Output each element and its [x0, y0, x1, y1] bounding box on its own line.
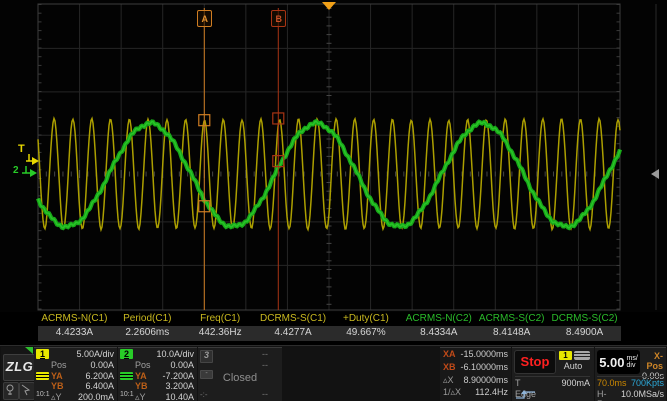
timebase-block[interactable]: 5.00 ms/ div X-Pos 0.00s 70.0ms 700Kpts …	[595, 347, 666, 401]
channel1-scale[interactable]: 5.00A/div	[76, 349, 114, 360]
logo-block: ZLG	[1, 347, 36, 401]
cursor-readout-block: XA -15.0000ms XB -6.10000ms ▵X 8.90000ms 1/…	[440, 347, 511, 401]
cursor-dx-value: 8.90000ms	[463, 374, 508, 385]
measurement-value: 442.36Hz	[198, 327, 242, 338]
channel2-ya-label: YA	[135, 370, 147, 381]
channel1-ya-label: YA	[51, 370, 63, 381]
measurement-label[interactable]: ACRMS-N(C2)	[402, 312, 475, 325]
channel3-value1: --	[262, 349, 268, 359]
xpos-label: X-Pos	[646, 351, 663, 371]
cursor-invdx-label: 1/▵X	[443, 387, 462, 398]
measurement-label[interactable]: DCRMS-S(C2)	[548, 312, 621, 325]
channel2-yb-label: YB	[135, 381, 148, 392]
cursor-xa-value: -15.0000ms	[460, 349, 508, 359]
cursor-xb-label: XB	[443, 361, 456, 372]
channel1-badge[interactable]: 1	[36, 349, 49, 359]
channel1-dy-value: 200.0mA	[77, 392, 114, 401]
channel2-pos-label: Pos	[135, 359, 151, 370]
channel2-dy-value: 10.40A	[165, 392, 194, 401]
channel1-yb-value: 6.400A	[85, 381, 114, 392]
trigger-source-badge[interactable]: 1	[559, 351, 572, 360]
channel1-pos-label: Pos	[51, 359, 67, 370]
timebase-unit-bottom: div	[626, 362, 636, 369]
notification-corner-icon	[25, 347, 33, 354]
measurement-label[interactable]: ACRMS-N(C1)	[38, 312, 111, 325]
cursor-xb-value: -6.10000ms	[460, 361, 508, 372]
timebase-scale: 5.00	[599, 354, 625, 370]
memory-depth: 700Kpts	[630, 378, 664, 388]
channel3-status: Closed	[222, 372, 258, 384]
trigger-mode[interactable]: Auto	[556, 361, 590, 371]
measurement-label[interactable]: ACRMS-S(C2)	[475, 312, 548, 325]
channel2-coupling-icon[interactable]	[120, 372, 133, 380]
trigger-level-label: T	[515, 378, 521, 388]
touch-gesture-button[interactable]	[3, 382, 19, 400]
cursor-a-label[interactable]: A	[197, 10, 213, 27]
waveform-plot[interactable]	[0, 0, 667, 312]
channel1-dy-label: ▵Y	[51, 392, 62, 401]
measurement-label[interactable]: DCRMS-S(C1)	[257, 312, 330, 325]
measurement-values: 4.4233A 2.2606ms 442.36Hz 4.4277A 49.667% 8.4…	[38, 326, 621, 341]
channel1-block[interactable]: 1 10:1 5.00A/div Pos 0.00A YA 6.200A YB 6.4…	[34, 347, 117, 401]
channel2-dy-label: ▵Y	[135, 392, 146, 401]
hres-label: H-Res	[597, 389, 613, 401]
measurement-value: 49.667%	[346, 327, 386, 338]
trigger-coupling-icon[interactable]	[574, 351, 590, 360]
measurement-label[interactable]: +Duty(C1)	[330, 312, 403, 325]
channel2-zero-marker[interactable]: 2	[13, 166, 19, 176]
cursor-xa-label: XA	[443, 349, 456, 359]
channel1-probe-ratio: 10:1	[36, 391, 50, 398]
channel1-pos-value: 0.00A	[90, 359, 114, 370]
channel3-value2: --	[262, 360, 268, 370]
channel2-zero-marker-icon[interactable]	[22, 166, 38, 178]
channel2-block[interactable]: 2 10:1 10.0A/div Pos 0.00A YA -7.200A YB 3.…	[118, 347, 197, 401]
bottom-status-bar: ZLG 1 10:1 5.00A/div Pos 0.00A YA 6.200A Y…	[0, 345, 667, 401]
channel3-block[interactable]: 3 -- -- - Closed -:- --	[198, 347, 282, 401]
timebase-unit-top: ms/	[626, 355, 638, 362]
channel2-pos-value: 0.00A	[170, 359, 194, 370]
channel2-probe-ratio: 10:1	[120, 391, 134, 398]
measurement-value: 8.4148A	[493, 327, 531, 338]
measurement-label[interactable]: Freq(C1)	[184, 312, 257, 325]
measurement-labels: ACRMS-N(C1) Period(C1) Freq(C1) DCRMS-S(C1)…	[38, 312, 621, 325]
channel2-badge[interactable]: 2	[120, 349, 133, 359]
measurement-value: 8.4334A	[420, 327, 458, 338]
run-stop-button[interactable]: Stop	[514, 350, 556, 374]
pointer-gesture-button[interactable]	[19, 382, 35, 400]
channel3-value3: --	[262, 389, 268, 399]
sample-rate: 10.0MSa/s	[620, 389, 664, 399]
rising-edge-icon	[516, 390, 535, 399]
cursor-dx-label: ▵X	[443, 374, 454, 385]
oscilloscope-screen: A B T 2 ACRMS-N(C1) Period(C1) Freq(C1) DCR…	[0, 0, 667, 401]
channel2-scale[interactable]: 10.0A/div	[156, 349, 194, 360]
timebase-button[interactable]: 5.00 ms/ div	[597, 350, 640, 374]
measurement-value: 4.4233A	[55, 327, 94, 338]
channel3-badge[interactable]: 3	[200, 350, 213, 363]
measurement-value: 2.2606ms	[125, 327, 170, 338]
channel1-ya-value: 6.200A	[85, 370, 114, 381]
time-window: 70.0ms	[597, 378, 627, 388]
cursor-b-label[interactable]: B	[271, 10, 287, 27]
trigger-level-value[interactable]: 900mA	[561, 378, 590, 388]
channel1-yb-label: YB	[51, 381, 64, 392]
trigger-block[interactable]: Stop 1 Auto T 900mA Edge	[512, 347, 594, 401]
measurement-value: 8.4900A	[565, 327, 604, 338]
channel2-ya-value: -7.200A	[162, 370, 194, 381]
measurement-label[interactable]: Period(C1)	[111, 312, 184, 325]
channel3-probe: -:-	[200, 390, 208, 399]
channel1-coupling-icon[interactable]	[36, 372, 49, 380]
measurement-value: 4.4277A	[274, 327, 312, 338]
channel2-yb-value: 3.200A	[165, 381, 194, 392]
cursor-invdx-value: 112.4Hz	[475, 387, 508, 398]
zlg-logo: ZLG	[3, 354, 36, 381]
trigger-position-marker[interactable]: T	[18, 144, 25, 155]
channel1-zero-marker-icon[interactable]	[26, 154, 40, 166]
